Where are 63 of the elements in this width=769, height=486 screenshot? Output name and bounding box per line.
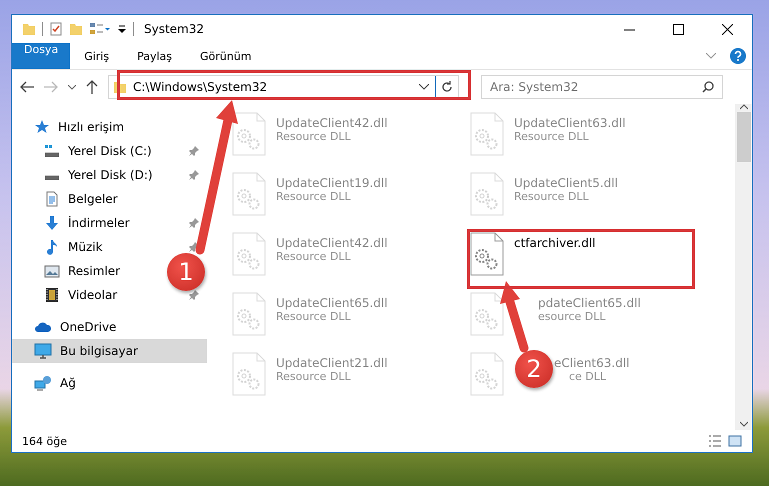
scrollbar-thumb[interactable]	[736, 112, 750, 162]
computer-icon	[34, 343, 52, 359]
file-tab[interactable]: Dosya	[12, 43, 70, 69]
quick-access-menu-icon[interactable]	[117, 24, 127, 34]
file-type: Resource DLL	[514, 130, 590, 143]
search-icon	[702, 81, 714, 93]
network-icon	[34, 375, 52, 391]
sidebar-item[interactable]: Resimler	[44, 259, 128, 283]
picture-icon	[44, 263, 60, 279]
chevron-down-icon[interactable]	[419, 84, 429, 90]
drive-icon	[44, 143, 60, 159]
item-count: 164 öğe	[22, 434, 67, 448]
file-name[interactable]: ctfarchiver.dll	[514, 236, 596, 250]
callout-arrow	[500, 281, 528, 352]
search-field[interactable]: Ara: System32	[481, 75, 723, 99]
ribbon-tab[interactable]: Paylaş	[123, 43, 186, 69]
file-type: ce DLL	[569, 370, 608, 383]
details-view-icon[interactable]	[708, 435, 722, 447]
cloud-icon	[34, 320, 52, 334]
pin-icon[interactable]	[189, 290, 199, 300]
sidebar-item[interactable]: İndirmeler	[44, 211, 138, 235]
sidebar-item[interactable]: OneDrive	[12, 315, 207, 339]
pin-icon[interactable]	[189, 242, 199, 252]
properties-checkmark-icon[interactable]	[49, 22, 63, 36]
film-icon	[44, 287, 60, 303]
close-icon[interactable]	[722, 24, 733, 34]
address-bar[interactable]: C:\Windows\System32	[108, 75, 459, 99]
large-icons-view-icon[interactable]	[728, 435, 742, 447]
back-arrow-icon[interactable]	[20, 81, 34, 93]
sidebar-item[interactable]: Yerel Disk (C:)	[44, 139, 160, 163]
file-type: Resource DLL	[276, 130, 352, 143]
sidebar-item[interactable]: Videolar	[44, 283, 126, 307]
download-arrow-icon	[44, 215, 60, 231]
scroll-up-icon[interactable]	[740, 104, 748, 110]
window-title: System32	[144, 22, 204, 36]
pin-icon[interactable]	[189, 146, 199, 156]
file-type: Resource DLL	[276, 250, 352, 263]
sidebar-item[interactable]: Ağ	[12, 371, 207, 395]
chevron-down-icon[interactable]	[68, 84, 76, 90]
music-note-icon	[44, 239, 60, 255]
help-icon[interactable]	[730, 48, 746, 64]
file-type: Resource DLL	[514, 190, 590, 203]
pin-icon[interactable]	[189, 218, 199, 228]
up-arrow-icon[interactable]	[86, 80, 98, 94]
refresh-icon	[441, 81, 453, 93]
file-type: esource DLL	[538, 310, 607, 323]
file-type: Resource DLL	[276, 310, 352, 323]
maximize-icon[interactable]	[673, 24, 684, 34]
ribbon-tab[interactable]: Görünüm	[186, 43, 266, 69]
sidebar-item[interactable]: Müzik	[44, 235, 111, 259]
file-type: Resource DLL	[276, 370, 352, 383]
scroll-down-icon[interactable]	[740, 421, 748, 427]
sidebar-item[interactable]: Yerel Disk (D:)	[44, 163, 161, 187]
view-dropdown-icon[interactable]	[89, 22, 111, 36]
star-icon	[34, 119, 50, 135]
file-type: Resource DLL	[276, 190, 352, 203]
sidebar-item[interactable]: Bu bilgisayar	[12, 339, 207, 363]
sidebar-item[interactable]: Hızlı erişim	[12, 115, 207, 139]
ribbon-tab[interactable]: Giriş	[70, 43, 124, 69]
drive-icon	[44, 175, 60, 181]
pin-icon[interactable]	[189, 170, 199, 180]
document-icon	[44, 191, 60, 207]
sidebar-item[interactable]: Belgeler	[44, 187, 126, 211]
